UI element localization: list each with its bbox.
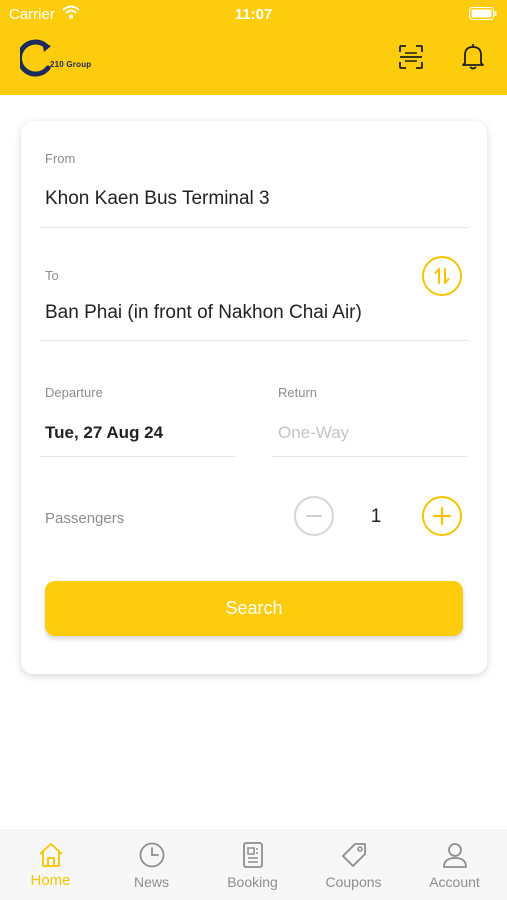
clock-icon: [139, 842, 165, 868]
tab-account[interactable]: Account: [404, 831, 505, 900]
search-form-card: From Khon Kaen Bus Terminal 3 To Ban Pha…: [21, 121, 487, 674]
departure-date-field[interactable]: Tue, 27 Aug 24: [45, 423, 163, 443]
brand-logo: 210 Group: [16, 38, 100, 80]
divider: [40, 340, 468, 341]
minus-icon: [306, 515, 322, 517]
passenger-count: 1: [370, 506, 382, 527]
from-field[interactable]: Khon Kaen Bus Terminal 3: [45, 188, 270, 210]
search-button[interactable]: Search: [45, 581, 463, 636]
passengers-label: Passengers: [45, 510, 125, 527]
increase-passengers-button[interactable]: [422, 496, 462, 536]
app-header: Carrier 11:07 210 Group: [0, 0, 507, 95]
status-bar: Carrier 11:07: [0, 0, 507, 28]
plus-icon: [432, 506, 452, 526]
tab-label: Coupons: [325, 874, 382, 890]
decrease-passengers-button[interactable]: [294, 496, 334, 536]
user-icon: [443, 843, 467, 868]
tab-label: Booking: [227, 874, 278, 890]
to-field[interactable]: Ban Phai (in front of Nakhon Chai Air): [45, 302, 362, 324]
tab-coupons[interactable]: Coupons: [303, 831, 404, 900]
from-label: From: [45, 151, 76, 166]
scan-icon: [399, 45, 423, 69]
logo-text: 210 Group: [50, 60, 92, 69]
divider: [40, 456, 236, 457]
return-date-field[interactable]: One-Way: [278, 423, 349, 443]
scan-button[interactable]: [398, 44, 424, 70]
return-label: Return: [278, 385, 318, 400]
document-icon: [243, 842, 263, 868]
divider: [40, 227, 468, 228]
notifications-button[interactable]: [460, 43, 486, 71]
status-time: 11:07: [234, 6, 273, 23]
swap-arrows-icon: [434, 268, 450, 284]
bell-icon: [462, 44, 484, 70]
to-label: To: [45, 268, 59, 283]
tab-home[interactable]: Home: [0, 831, 101, 900]
battery-icon: [469, 7, 497, 20]
tab-label: Account: [429, 874, 480, 890]
swap-stations-button[interactable]: [422, 256, 462, 296]
tag-icon: [342, 843, 366, 867]
tab-bar: Home News Booking Coupons Account: [0, 830, 507, 900]
tab-news[interactable]: News: [101, 831, 202, 900]
tab-label: Home: [30, 872, 71, 889]
tab-label: News: [133, 874, 169, 890]
logo-mark: [16, 39, 51, 77]
divider: [272, 456, 468, 457]
home-icon: [39, 843, 63, 867]
tab-booking[interactable]: Booking: [202, 831, 303, 900]
departure-label: Departure: [45, 385, 103, 400]
